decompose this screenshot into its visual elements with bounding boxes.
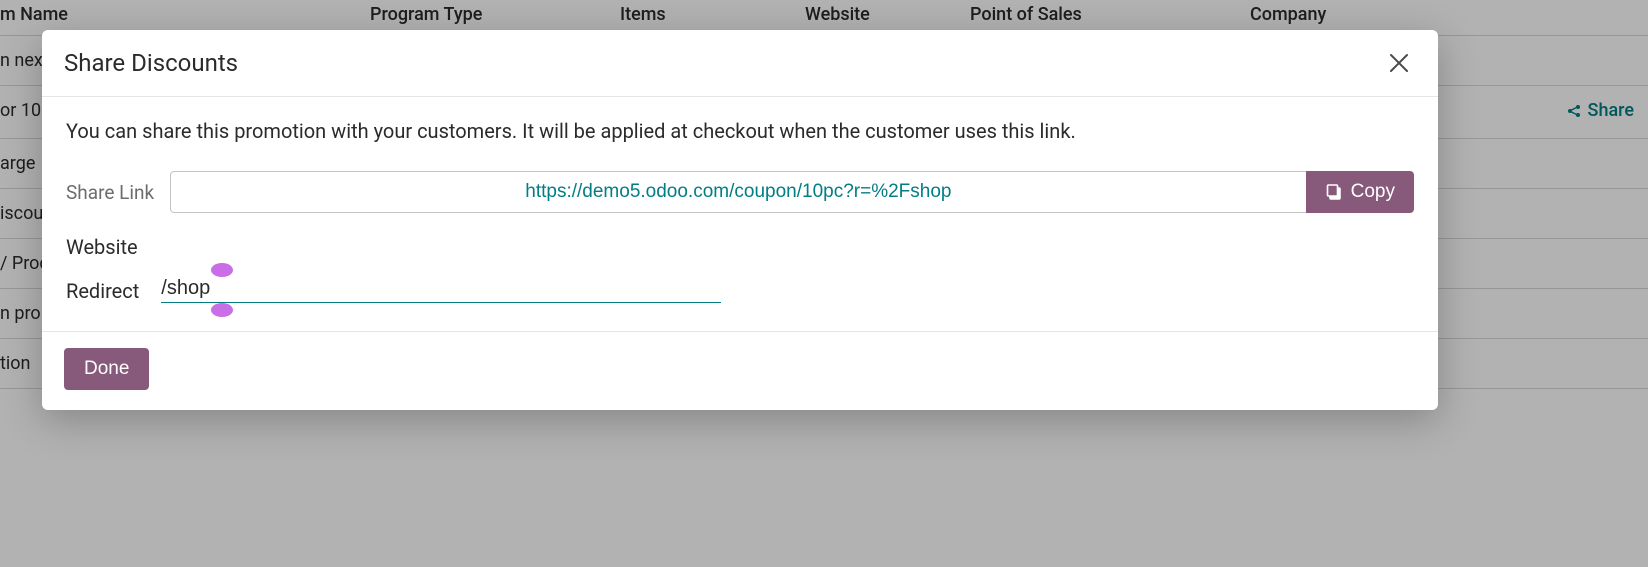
redirect-row: Redirect [66, 277, 1414, 303]
done-button[interactable]: Done [64, 348, 149, 390]
close-button[interactable] [1382, 48, 1416, 78]
modal-header: Share Discounts [42, 30, 1438, 97]
share-discounts-modal: Share Discounts You can share this promo… [42, 30, 1438, 410]
share-link-input[interactable] [170, 171, 1306, 213]
website-label: Website [66, 235, 1414, 259]
redirect-input[interactable] [161, 277, 721, 303]
copy-button[interactable]: Copy [1306, 171, 1414, 213]
modal-footer: Done [42, 331, 1438, 410]
redirect-label: Redirect [66, 279, 161, 303]
modal-title: Share Discounts [64, 49, 238, 77]
cursor-handle-bottom [211, 303, 233, 317]
close-icon [1388, 52, 1410, 74]
share-link-group: Copy [170, 171, 1414, 213]
share-link-label: Share Link [66, 181, 170, 204]
cursor-handle-top [211, 263, 233, 277]
copy-label: Copy [1351, 181, 1395, 203]
share-link-row: Share Link Copy [66, 171, 1414, 213]
modal-body: You can share this promotion with your c… [42, 97, 1438, 331]
copy-icon [1325, 183, 1343, 201]
intro-text: You can share this promotion with your c… [66, 119, 1414, 143]
